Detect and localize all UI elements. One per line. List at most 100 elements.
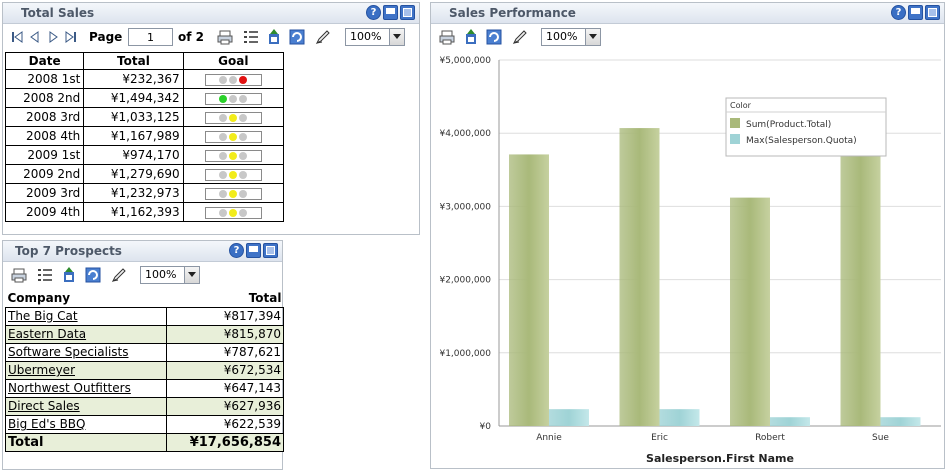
traffic-light-icon	[204, 73, 262, 86]
chevron-down-icon[interactable]	[585, 29, 600, 45]
x-tick-label: Sue	[872, 433, 889, 443]
company-link[interactable]: The Big Cat	[5, 306, 167, 326]
bar-product-total	[840, 136, 881, 427]
bar-product-total	[509, 154, 549, 426]
company-link[interactable]: Ubermeyer	[5, 360, 167, 380]
red-lamp-icon	[239, 132, 248, 141]
prev-page-icon[interactable]	[27, 29, 43, 45]
help-icon[interactable]: ?	[891, 5, 906, 20]
traffic-light-icon	[204, 149, 262, 162]
maximize-icon[interactable]	[400, 5, 415, 20]
total-cell: ¥1,279,690	[83, 164, 184, 184]
export-icon[interactable]	[463, 29, 479, 45]
total-row: Total ¥17,656,854	[5, 432, 284, 452]
zoom-select[interactable]: 100%	[541, 28, 601, 46]
column-header-total[interactable]: Total	[83, 52, 184, 70]
minimize-icon[interactable]	[383, 5, 398, 20]
table-row: 2008 2nd ¥1,494,342	[4, 88, 285, 108]
yellow-lamp-icon	[229, 94, 238, 103]
column-list-icon[interactable]	[243, 29, 259, 45]
page-number-input[interactable]	[128, 28, 173, 46]
table-row: 2009 3rd ¥1,232,973	[4, 183, 285, 203]
table-row: Ubermeyer ¥672,534	[5, 360, 284, 380]
print-icon[interactable]	[11, 267, 27, 283]
column-header-total[interactable]: Total	[167, 290, 284, 307]
green-lamp-icon	[219, 132, 228, 141]
traffic-light-icon	[204, 206, 262, 219]
green-lamp-icon	[219, 189, 228, 198]
first-page-icon[interactable]	[9, 29, 25, 45]
y-tick-label: ¥3,000,000	[439, 202, 491, 212]
export-icon[interactable]	[266, 29, 282, 45]
red-lamp-icon	[239, 113, 248, 122]
table-header-row: Company Total	[6, 290, 284, 307]
next-page-icon[interactable]	[45, 29, 61, 45]
bar-quota	[659, 409, 700, 426]
print-icon[interactable]	[217, 29, 233, 45]
chevron-down-icon[interactable]	[389, 29, 404, 45]
traffic-light-icon	[204, 168, 262, 181]
company-link[interactable]: Direct Sales	[5, 396, 167, 416]
red-lamp-icon	[239, 75, 248, 84]
y-tick-label: ¥2,000,000	[439, 276, 491, 286]
refresh-icon[interactable]	[486, 29, 502, 45]
green-lamp-icon	[219, 94, 228, 103]
help-icon[interactable]: ?	[229, 243, 244, 258]
total-cell: ¥1,232,973	[83, 183, 184, 203]
zoom-select[interactable]: 100%	[345, 28, 405, 46]
total-cell: ¥232,367	[83, 69, 184, 89]
legend-entry: Max(Salesperson.Quota)	[746, 136, 857, 146]
y-tick-label: ¥5,000,000	[439, 56, 491, 66]
minimize-icon[interactable]	[908, 5, 923, 20]
minimize-icon[interactable]	[246, 243, 261, 258]
refresh-icon[interactable]	[85, 267, 101, 283]
date-cell: 2009 4th	[4, 202, 85, 222]
edit-icon[interactable]	[315, 29, 331, 45]
green-lamp-icon	[219, 113, 228, 122]
edit-icon[interactable]	[512, 29, 528, 45]
yellow-lamp-icon	[229, 189, 238, 198]
maximize-icon[interactable]	[925, 5, 940, 20]
column-header-company[interactable]: Company	[6, 290, 167, 307]
refresh-icon[interactable]	[289, 29, 305, 45]
column-list-icon[interactable]	[37, 267, 53, 283]
goal-cell	[182, 107, 285, 127]
last-page-icon[interactable]	[63, 29, 79, 45]
total-sales-header: Total Sales ?	[3, 3, 419, 24]
y-tick-label: ¥4,000,000	[439, 129, 491, 139]
table-row: 2008 1st ¥232,367	[4, 69, 285, 89]
legend-swatch	[730, 134, 740, 144]
red-lamp-icon	[239, 189, 248, 198]
company-link[interactable]: Software Specialists	[5, 342, 167, 362]
green-lamp-icon	[219, 208, 228, 217]
table-row: Software Specialists ¥787,621	[5, 342, 284, 362]
table-row: The Big Cat ¥817,394	[5, 306, 284, 326]
company-link[interactable]: Big Ed's BBQ	[5, 414, 167, 434]
total-cell: ¥1,494,342	[83, 88, 184, 108]
yellow-lamp-icon	[229, 208, 238, 217]
export-icon[interactable]	[61, 267, 77, 283]
print-icon[interactable]	[439, 29, 455, 45]
zoom-select[interactable]: 100%	[140, 266, 200, 284]
table-row: Northwest Outfitters ¥647,143	[5, 378, 284, 398]
table-row: Big Ed's BBQ ¥622,539	[5, 414, 284, 434]
company-link[interactable]: Eastern Data	[5, 324, 167, 344]
y-tick-label: ¥0	[480, 422, 492, 432]
help-icon[interactable]: ?	[366, 5, 381, 20]
top-prospects-header: Top 7 Prospects ?	[3, 241, 282, 262]
bar-quota	[549, 409, 589, 426]
edit-icon[interactable]	[111, 267, 127, 283]
top-prospects-toolbar: 100%	[3, 262, 282, 288]
zoom-value: 100%	[145, 268, 177, 281]
green-lamp-icon	[219, 170, 228, 179]
company-link[interactable]: Northwest Outfitters	[5, 378, 167, 398]
yellow-lamp-icon	[229, 113, 238, 122]
column-header-goal[interactable]: Goal	[182, 52, 285, 70]
traffic-light-icon	[204, 130, 262, 143]
chevron-down-icon[interactable]	[184, 267, 199, 283]
top-prospects-panel: Top 7 Prospects ? 100% Company Total The…	[2, 240, 284, 470]
total-cell: ¥815,870	[166, 324, 284, 344]
maximize-icon[interactable]	[263, 243, 278, 258]
total-cell: ¥1,167,989	[83, 126, 184, 146]
column-header-date[interactable]: Date	[4, 52, 85, 70]
